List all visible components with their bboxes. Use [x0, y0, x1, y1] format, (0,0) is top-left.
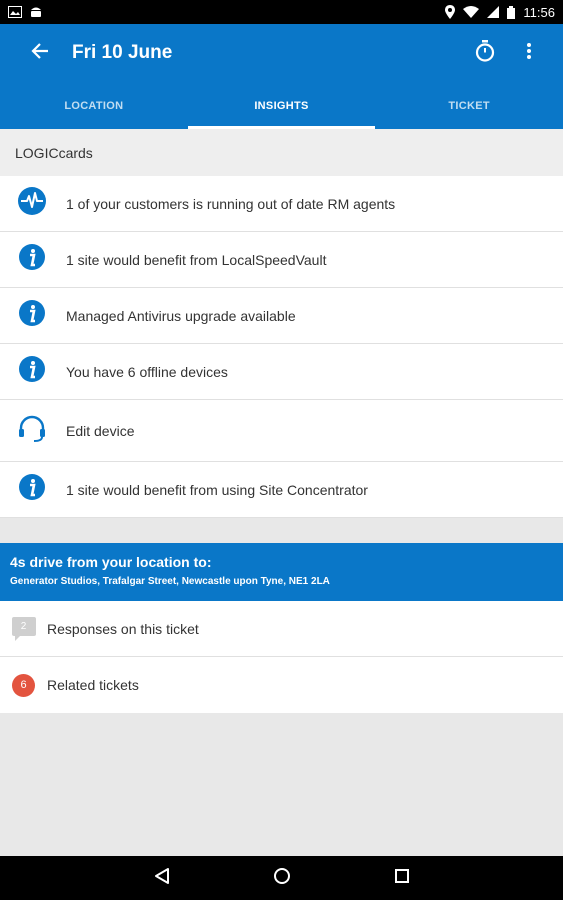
battery-icon: [507, 5, 516, 19]
responses-count: 2: [11, 616, 36, 636]
list-item-text: Managed Antivirus upgrade available: [66, 307, 296, 324]
timer-button[interactable]: [467, 35, 503, 71]
responses-label: Responses on this ticket: [47, 620, 199, 637]
recents-square-icon: [394, 868, 410, 889]
list-item[interactable]: 1 of your customers is running out of da…: [0, 176, 563, 232]
list-item[interactable]: Edit device: [0, 400, 563, 462]
nav-home-button[interactable]: [222, 856, 342, 900]
info-icon: [18, 243, 46, 276]
pulse-icon: [17, 186, 47, 221]
related-tickets-item[interactable]: 6 Related tickets: [0, 657, 563, 713]
arrow-left-icon: [31, 42, 49, 65]
info-icon: [18, 473, 46, 506]
list-item[interactable]: You have 6 offline devices: [0, 344, 563, 400]
app-bar: Fri 10 June LOCATION INSIGHTS TICKET: [0, 24, 563, 129]
list-item-text: 1 of your customers is running out of da…: [66, 195, 396, 212]
wifi-icon: [463, 6, 480, 18]
list-item[interactable]: Managed Antivirus upgrade available: [0, 288, 563, 344]
list-item[interactable]: 1 site would benefit from using Site Con…: [0, 462, 563, 518]
list-item-text: 1 site would benefit from using Site Con…: [66, 481, 368, 498]
info-icon: [18, 355, 46, 388]
drive-title: 4s drive from your location to:: [10, 554, 212, 570]
home-circle-icon: [273, 867, 291, 890]
drive-directions-card[interactable]: 4s drive from your location to: Generato…: [0, 543, 563, 601]
clock-time: 11:56: [523, 4, 555, 20]
ticket-list: 2 Responses on this ticket 6 Related tic…: [0, 601, 563, 713]
overflow-menu-icon: [526, 42, 532, 65]
headset-icon: [17, 413, 47, 448]
list-item[interactable]: 1 site would benefit from LocalSpeedVaul…: [0, 232, 563, 288]
tab-ticket[interactable]: TICKET: [375, 82, 563, 129]
page-title: Fri 10 June: [72, 42, 173, 63]
nav-recents-button[interactable]: [342, 856, 462, 900]
insights-list: 1 of your customers is running out of da…: [0, 176, 563, 518]
related-count-badge: 6: [12, 673, 35, 697]
tab-location[interactable]: LOCATION: [0, 82, 188, 129]
back-button[interactable]: [24, 37, 56, 69]
list-item-text: You have 6 offline devices: [66, 363, 228, 380]
list-item-text: 1 site would benefit from LocalSpeedVaul…: [66, 251, 327, 268]
tab-insights[interactable]: INSIGHTS: [187, 82, 376, 129]
related-tickets-label: Related tickets: [47, 677, 139, 693]
nav-back-button[interactable]: [102, 856, 222, 900]
comment-icon: 2: [11, 616, 36, 641]
image-icon: [8, 6, 22, 18]
status-bar: 11:56: [0, 0, 563, 24]
back-triangle-icon: [153, 867, 171, 890]
responses-item[interactable]: 2 Responses on this ticket: [0, 601, 563, 657]
android-icon: [30, 5, 42, 19]
overflow-menu-button[interactable]: [511, 35, 547, 71]
drive-address: Generator Studios, Trafalgar Street, New…: [10, 576, 330, 587]
stopwatch-icon: [475, 39, 495, 67]
system-nav-bar: [0, 856, 563, 900]
location-icon: [445, 5, 456, 19]
tab-bar: LOCATION INSIGHTS TICKET: [0, 82, 563, 129]
info-icon: [18, 299, 46, 332]
section-title: LOGICcards: [0, 129, 563, 176]
signal-icon: [487, 6, 500, 18]
list-item-text: Edit device: [66, 422, 135, 439]
